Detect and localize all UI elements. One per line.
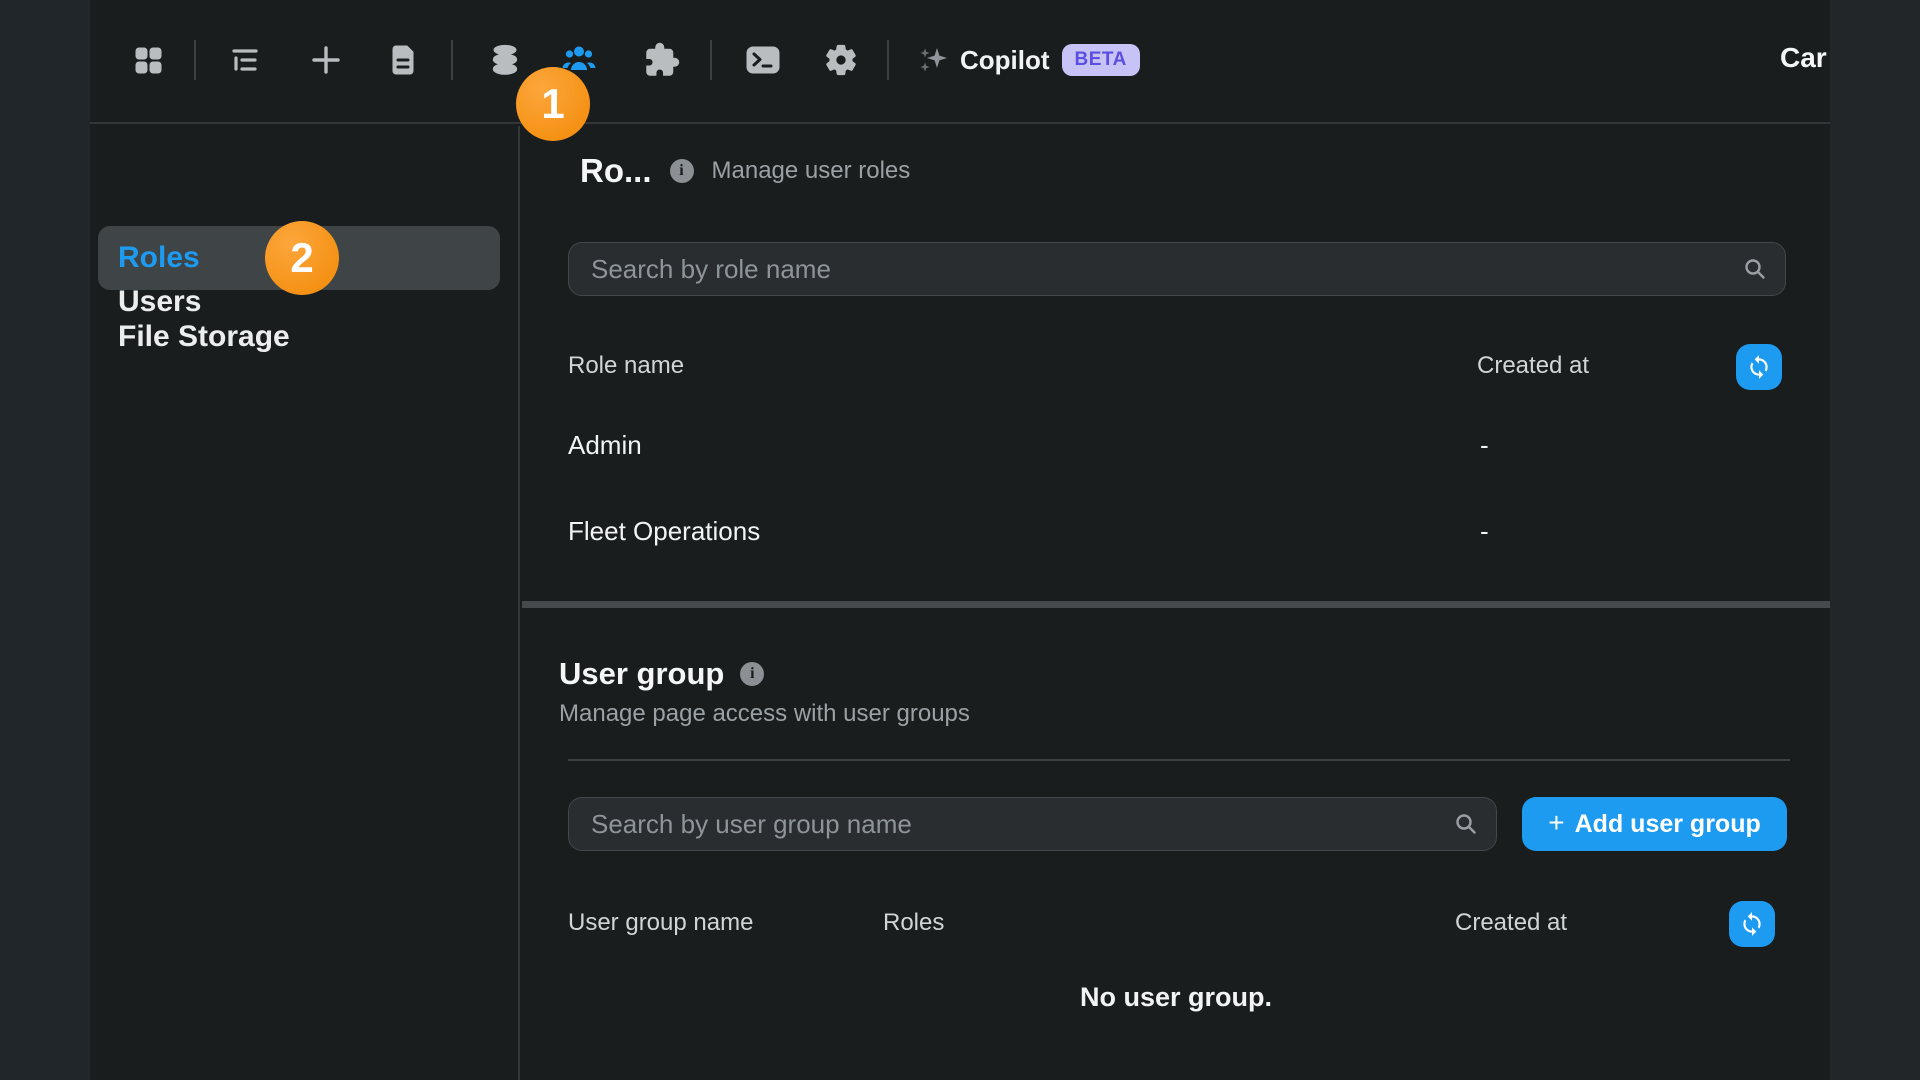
- settings-gear-icon: [823, 42, 859, 78]
- copilot-button[interactable]: Copilot BETA: [918, 38, 1140, 82]
- user-group-search-input[interactable]: [568, 797, 1497, 851]
- pages-document-icon: [386, 43, 420, 77]
- main-content: Ro... i Manage user roles Role name Crea…: [522, 126, 1830, 1080]
- add-user-group-label: Add user group: [1575, 810, 1761, 839]
- plugins-puzzle-icon: [644, 42, 680, 78]
- roles-subtitle: Manage user roles: [712, 157, 911, 185]
- resources-database-icon: [487, 42, 523, 78]
- copilot-sparkle-icon: [918, 45, 948, 75]
- roles-col-created-at: Created at: [1477, 352, 1589, 380]
- toolbar-divider: [710, 40, 712, 80]
- copilot-beta-badge: BETA: [1062, 44, 1140, 76]
- user-group-info-icon[interactable]: i: [740, 662, 764, 686]
- roles-refresh-button[interactable]: [1736, 344, 1782, 390]
- component-tree-button[interactable]: [223, 38, 267, 82]
- user-group-divider-line: [568, 759, 1790, 761]
- roles-title-row: Ro... i Manage user roles: [580, 152, 910, 190]
- apps-grid-icon: [131, 43, 165, 77]
- refresh-icon: [1746, 354, 1772, 380]
- sidebar-item-file-storage[interactable]: File Storage: [98, 305, 500, 369]
- ug-col-roles: Roles: [883, 909, 944, 937]
- annotation-step-1-badge: 1: [516, 67, 590, 141]
- roles-col-role-name: Role name: [568, 352, 684, 380]
- role-search-input[interactable]: [568, 242, 1786, 296]
- settings-gear-button[interactable]: [819, 38, 863, 82]
- resources-database-button[interactable]: [483, 38, 527, 82]
- search-icon: [1453, 811, 1479, 837]
- copilot-label: Copilot: [960, 45, 1050, 76]
- insert-plus-icon: [309, 43, 343, 77]
- user-group-title: User group: [559, 656, 724, 692]
- annotation-step-2-badge: 2: [265, 221, 339, 295]
- refresh-icon: [1739, 911, 1765, 937]
- role-name-cell: Admin: [568, 430, 642, 461]
- roles-info-icon[interactable]: i: [670, 159, 694, 183]
- top-toolbar: Copilot BETA Car: [90, 0, 1830, 124]
- ug-col-name: User group name: [568, 909, 753, 937]
- plus-icon: +: [1548, 807, 1564, 839]
- toolbar-divider: [451, 40, 453, 80]
- workspace-name-label[interactable]: Car: [1780, 42, 1830, 78]
- pages-document-button[interactable]: [381, 38, 425, 82]
- role-name-cell: Fleet Operations: [568, 516, 760, 547]
- user-group-search-wrap: [568, 797, 1497, 851]
- role-search-wrap: [568, 242, 1786, 296]
- page-background-left: [0, 0, 90, 1080]
- terminal-console-button[interactable]: [741, 38, 785, 82]
- app-window: Copilot BETA Car Users Roles File Storag…: [90, 0, 1830, 1080]
- ug-col-created-at: Created at: [1455, 909, 1567, 937]
- sidebar-item-label: File Storage: [118, 320, 290, 354]
- component-tree-icon: [228, 43, 262, 77]
- role-created-at-cell: -: [1480, 516, 1489, 547]
- user-group-title-row: User group i: [559, 656, 764, 692]
- search-icon: [1742, 256, 1768, 282]
- section-divider: [522, 601, 1830, 608]
- toolbar-divider: [194, 40, 196, 80]
- role-created-at-cell: -: [1480, 430, 1489, 461]
- apps-grid-button[interactable]: [126, 38, 170, 82]
- insert-plus-button[interactable]: [304, 38, 348, 82]
- toolbar-divider: [887, 40, 889, 80]
- sidebar-item-label: Roles: [118, 241, 200, 275]
- add-user-group-button[interactable]: + Add user group: [1522, 797, 1787, 851]
- user-group-refresh-button[interactable]: [1729, 901, 1775, 947]
- user-group-subtitle: Manage page access with user groups: [559, 700, 970, 728]
- user-group-empty-state: No user group.: [522, 982, 1830, 1013]
- terminal-console-icon: [744, 43, 782, 77]
- page-title: Ro...: [580, 152, 652, 190]
- plugins-puzzle-button[interactable]: [640, 38, 684, 82]
